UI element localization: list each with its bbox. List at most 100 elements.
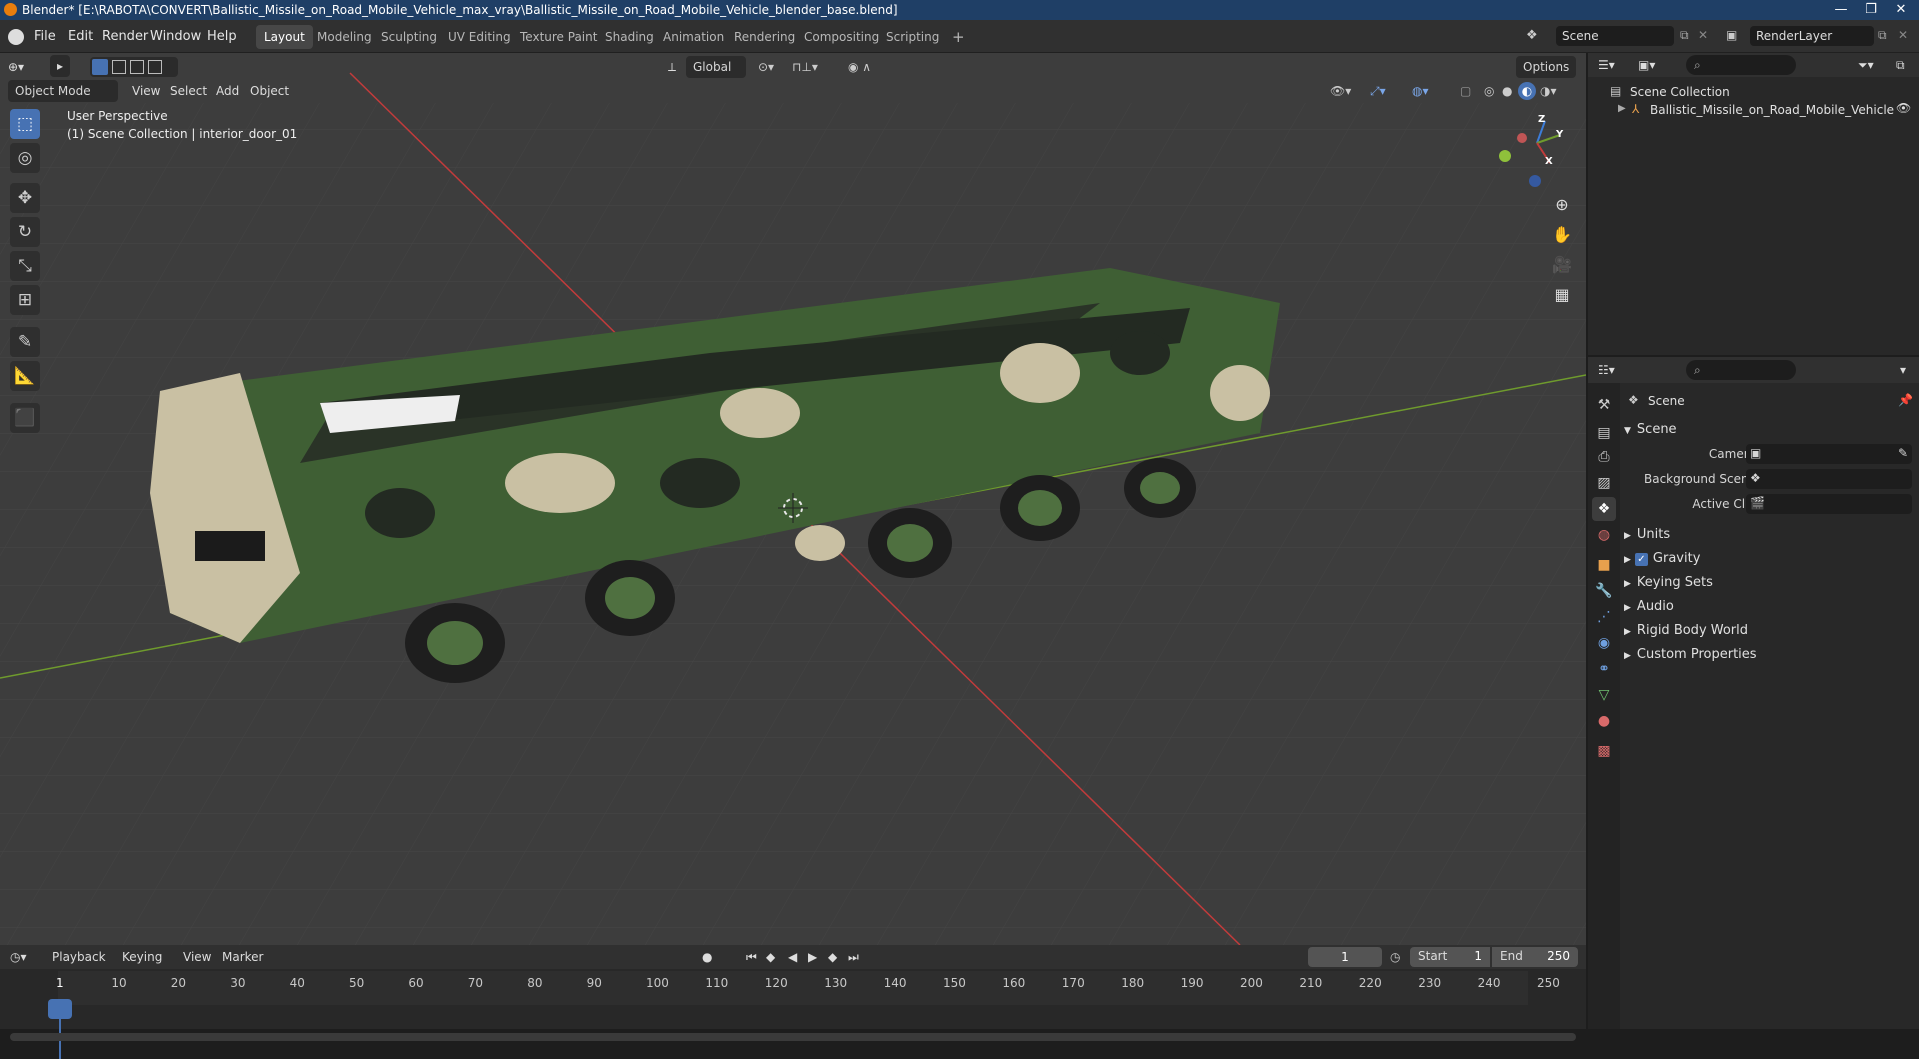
overlay-toggle-icon[interactable]: ◍▾ [1412,79,1429,103]
rendered-shading-icon[interactable]: ◑▾ [1540,79,1557,103]
gravity-panel[interactable]: ▶ ✓ Gravity [1624,548,1700,570]
transform-tool-icon[interactable]: ⊞ [10,285,40,315]
annotate-tool-icon[interactable]: ✎ [10,327,40,357]
xray-toggle-icon[interactable]: ▢ [1460,79,1471,103]
use-preview-range-icon[interactable]: ◷ [1390,945,1400,969]
measure-tool-icon[interactable]: 📐 [10,361,40,391]
data-tab-icon[interactable]: ▽ [1592,683,1616,707]
rigid-body-world-panel[interactable]: ▶ Rigid Body World [1624,620,1748,642]
background-scene-field[interactable]: ❖ [1746,469,1912,489]
properties-editor-type-icon[interactable]: ☷▾ [1598,358,1615,382]
options-button[interactable]: Options [1516,56,1577,78]
outliner-editor-type-icon[interactable]: ☰▾ [1598,53,1615,77]
play-reverse-icon[interactable]: ◀ [788,945,797,969]
tab-modeling[interactable]: Modeling [309,25,380,49]
visibility-icon[interactable]: 👁▾ [1330,79,1351,103]
playhead[interactable] [48,999,72,1019]
filter-icon[interactable]: ⏷▾ [1858,53,1874,77]
editor-type-button[interactable]: ⊕▾ [8,55,24,79]
tab-animation[interactable]: Animation [655,25,732,49]
timeline-menu-keying[interactable]: Keying [122,945,162,969]
active-clip-field[interactable]: 🎬 [1746,494,1912,514]
next-keyframe-icon[interactable]: ◆ [828,945,837,969]
set-selection-icon[interactable] [92,59,108,75]
scene-selector[interactable]: Scene [1556,26,1674,46]
menu-edit[interactable]: Edit [68,26,93,48]
expand-arrow-icon[interactable]: ▶ [1618,103,1626,114]
units-panel[interactable]: ▶ Units [1624,524,1670,546]
menu-file[interactable]: File [34,26,56,48]
tab-scripting[interactable]: Scripting [878,25,947,49]
tab-compositing[interactable]: Compositing [796,25,887,49]
tab-layout[interactable]: Layout [256,25,313,49]
subtract-selection-icon[interactable] [130,60,144,74]
pan-hand-icon[interactable]: ✋ [1548,221,1576,249]
snap-icon[interactable]: ⊓⊥▾ [792,55,818,79]
jump-start-icon[interactable]: ⏮ [746,945,757,969]
tab-uv-editing[interactable]: UV Editing [440,25,519,49]
properties-options-icon[interactable]: ▾ [1900,358,1906,382]
properties-search-input[interactable]: ⌕ [1686,360,1796,380]
cursor-tool-icon[interactable]: ◎ [10,143,40,173]
invert-selection-icon[interactable] [148,60,162,74]
start-frame-field[interactable]: Start 1 [1410,947,1490,967]
ortho-toggle-icon[interactable]: ▦ [1548,281,1576,309]
menu-window[interactable]: Window [150,26,201,48]
camera-field[interactable]: ▣ ✎ [1746,444,1912,464]
menu-render[interactable]: Render [102,26,148,48]
pin-icon[interactable]: 📌 [1898,393,1913,407]
tab-rendering[interactable]: Rendering [726,25,803,49]
transform-orientation-dropdown[interactable]: Global [686,56,746,78]
object-tab-icon[interactable]: ■ [1592,553,1616,577]
particles-tab-icon[interactable]: ⋰ [1592,605,1616,629]
pivot-point-icon[interactable]: ⊙▾ [758,55,774,79]
add-cube-tool-icon[interactable]: ⬛ [10,403,40,433]
material-tab-icon[interactable]: ● [1592,709,1616,733]
renderlayer-selector[interactable]: RenderLayer [1750,26,1874,46]
current-frame-field[interactable]: 1 [1308,947,1382,967]
tab-sculpting[interactable]: Sculpting [373,25,445,49]
solid-shading-icon[interactable]: ● [1502,79,1512,103]
gravity-checkbox[interactable]: ✓ [1634,553,1648,566]
outliner-root[interactable]: Scene Collection [1630,85,1730,99]
scale-tool-icon[interactable]: ⤡ [10,251,40,281]
timeline-menu-marker[interactable]: Marker [222,945,263,969]
scene-section-header[interactable]: ▼ Scene [1624,419,1677,441]
viewport-menu-select[interactable]: Select [170,79,207,103]
timeline-scrollbar[interactable] [10,1033,1576,1041]
audio-panel[interactable]: ▶ Audio [1624,596,1674,618]
tab-texture-paint[interactable]: Texture Paint [512,25,605,49]
move-tool-icon[interactable]: ✥ [10,183,40,213]
output-tab-icon[interactable]: ⎙ [1592,445,1616,469]
camera-view-icon[interactable]: 🎥 [1548,251,1576,279]
zoom-icon[interactable]: ⊕ [1548,191,1576,219]
extend-selection-icon[interactable] [112,60,126,74]
visibility-eye-icon[interactable]: 👁 [1896,101,1911,115]
selection-mode-group[interactable] [90,57,178,77]
viewport-menu-add[interactable]: Add [216,79,239,103]
scene-tab-icon[interactable]: ❖ [1592,497,1616,521]
prev-keyframe-icon[interactable]: ◆ [766,945,775,969]
end-frame-field[interactable]: End 250 [1492,947,1578,967]
material-shading-icon[interactable]: ◐ [1518,82,1536,100]
timeline-menu-view[interactable]: View [183,945,211,969]
modifier-tab-icon[interactable]: 🔧 [1592,579,1616,603]
custom-properties-panel[interactable]: ▶ Custom Properties [1624,644,1757,666]
viewport-menu-object[interactable]: Object [250,79,289,103]
timeline-track[interactable]: 1 10 20 30 40 50 60 70 80 90 100 110 120 130 140 150 160… [0,969,1586,1059]
viewport-menu-view[interactable]: View [132,79,160,103]
delete-scene-icon[interactable]: ✕ [1698,28,1708,42]
new-scene-icon[interactable]: ⧉ [1680,28,1689,43]
select-box-tool-icon[interactable]: ⬚ [10,109,40,139]
object-mode-dropdown[interactable]: Object Mode [8,80,118,102]
timeline-menu-playback[interactable]: Playback [52,945,106,969]
physics-tab-icon[interactable]: ◉ [1592,631,1616,655]
tab-shading[interactable]: Shading [597,25,662,49]
outliner-item[interactable]: Ballistic_Missile_on_Road_Mobile_Vehicle [1650,103,1894,117]
record-icon[interactable]: ● [702,945,712,969]
new-renderlayer-icon[interactable]: ⧉ [1878,28,1887,43]
jump-end-icon[interactable]: ⏭ [848,945,859,969]
close-button[interactable]: ✕ [1886,0,1916,20]
proportional-edit-icon[interactable]: ◉ ∧ [848,55,871,79]
add-workspace-button[interactable]: + [944,25,973,49]
